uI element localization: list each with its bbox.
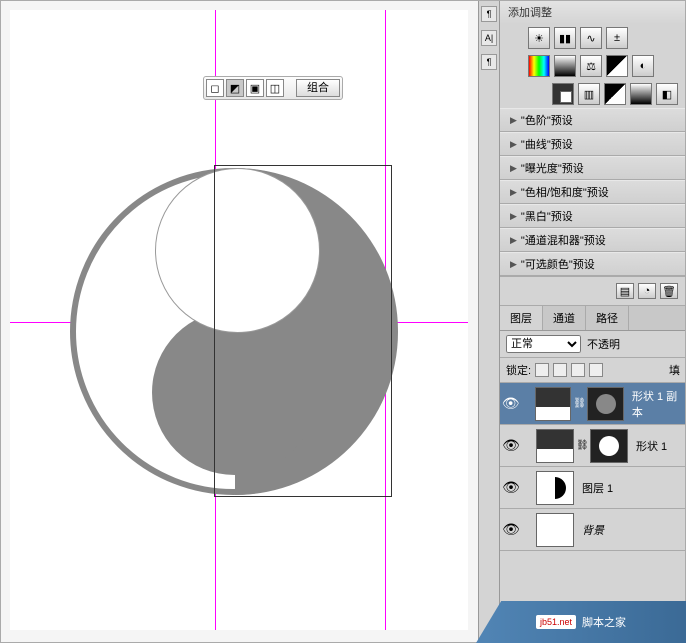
- gradient-map-icon[interactable]: [630, 83, 652, 105]
- adjustments-panel: 添加调整 ☀ ▮▮ ∿ ± ⚖ ◐ ▥ ◧ ▶"色: [500, 0, 686, 306]
- tab-layers[interactable]: 图层: [500, 306, 543, 330]
- canvas[interactable]: [10, 10, 468, 630]
- clip-icon[interactable]: ◔: [638, 283, 656, 299]
- blend-mode-select[interactable]: 正常: [506, 335, 581, 353]
- vector-mask-thumb[interactable]: [590, 429, 628, 463]
- layers-panel: 图层 通道 路径 正常 不透明 锁定: 填 👁: [500, 306, 686, 643]
- preset-bw[interactable]: ▶"黑白"预设: [500, 204, 686, 228]
- layer-name[interactable]: 形状 1 副本: [632, 388, 686, 420]
- panel-icon-glyphs[interactable]: ¶: [481, 54, 497, 70]
- pathop-subtract-icon[interactable]: ◩: [226, 79, 244, 97]
- right-panel: ¶ A| ¶ 添加调整 ☀ ▮▮ ∿ ± ⚖ ◐ ▥: [478, 0, 686, 643]
- triangle-icon: ▶: [510, 235, 517, 246]
- exposure-icon[interactable]: ±: [606, 27, 628, 49]
- color-balance-icon[interactable]: ⚖: [580, 55, 602, 77]
- link-icon[interactable]: ⛓: [576, 440, 588, 451]
- tab-paths[interactable]: 路径: [586, 306, 629, 330]
- lock-pixels-icon[interactable]: [553, 363, 567, 377]
- preset-curves[interactable]: ▶"曲线"预设: [500, 132, 686, 156]
- watermark-label: 脚本之家: [582, 614, 626, 630]
- layer-thumb[interactable]: [536, 429, 574, 463]
- triangle-icon: ▶: [510, 163, 517, 174]
- panel-icon-character[interactable]: A|: [481, 30, 497, 46]
- panels-stack: 添加调整 ☀ ▮▮ ∿ ± ⚖ ◐ ▥ ◧ ▶"色: [500, 0, 686, 643]
- layer-name[interactable]: 图层 1: [582, 480, 613, 496]
- lock-all-icon[interactable]: [589, 363, 603, 377]
- preset-levels[interactable]: ▶"色阶"预设: [500, 108, 686, 132]
- fill-label: 填: [669, 362, 680, 378]
- tab-channels[interactable]: 通道: [543, 306, 586, 330]
- preset-list: ▶"色阶"预设 ▶"曲线"预设 ▶"曝光度"预设 ▶"色相/饱和度"预设 ▶"黑…: [500, 108, 686, 276]
- photo-filter-icon[interactable]: ◐: [632, 55, 654, 77]
- layer-name[interactable]: 背景: [582, 522, 604, 538]
- layer-row[interactable]: 👁 ⛓ 形状 1: [500, 425, 686, 467]
- invert-icon[interactable]: [552, 83, 574, 105]
- lock-position-icon[interactable]: [571, 363, 585, 377]
- preset-exposure[interactable]: ▶"曝光度"预设: [500, 156, 686, 180]
- lock-label: 锁定:: [506, 362, 531, 378]
- threshold-icon[interactable]: [604, 83, 626, 105]
- pathop-intersect-icon[interactable]: ▣: [246, 79, 264, 97]
- visibility-eye-icon[interactable]: 👁: [500, 521, 522, 538]
- shape-bounding-box[interactable]: [214, 165, 392, 497]
- triangle-icon: ▶: [510, 259, 517, 270]
- triangle-icon: ▶: [510, 211, 517, 222]
- selective-color-icon[interactable]: ◧: [656, 83, 678, 105]
- hue-sat-icon[interactable]: [554, 55, 576, 77]
- preset-hue-sat[interactable]: ▶"色相/饱和度"预设: [500, 180, 686, 204]
- layer-row[interactable]: 👁 图层 1: [500, 467, 686, 509]
- watermark-logo: jb51.net: [536, 615, 576, 629]
- visibility-eye-icon[interactable]: 👁: [500, 395, 521, 412]
- brightness-contrast-icon[interactable]: ☀: [528, 27, 550, 49]
- opacity-label: 不透明: [587, 336, 620, 352]
- collapsed-panel-strip: ¶ A| ¶: [478, 0, 500, 643]
- preset-selective-color[interactable]: ▶"可选颜色"预设: [500, 252, 686, 276]
- link-icon[interactable]: ⛓: [573, 398, 585, 409]
- pathop-exclude-icon[interactable]: ◫: [266, 79, 284, 97]
- layer-name[interactable]: 形状 1: [636, 438, 667, 454]
- layer-row[interactable]: 👁 背景: [500, 509, 686, 551]
- layer-thumb[interactable]: [535, 387, 572, 421]
- layer-thumb[interactable]: [536, 471, 574, 505]
- watermark: jb51.net 脚本之家: [476, 601, 686, 643]
- black-white-icon[interactable]: [606, 55, 628, 77]
- preset-channel-mixer[interactable]: ▶"通道混和器"预设: [500, 228, 686, 252]
- visibility-eye-icon[interactable]: 👁: [500, 479, 522, 496]
- trash-icon[interactable]: 🗑: [660, 283, 678, 299]
- curves-icon[interactable]: ∿: [580, 27, 602, 49]
- layer-tabs: 图层 通道 路径: [500, 306, 686, 331]
- combine-button[interactable]: 组合: [296, 79, 340, 97]
- panel-options-icon[interactable]: ▤: [616, 283, 634, 299]
- adjustments-title: 添加调整: [500, 0, 686, 24]
- levels-icon[interactable]: ▮▮: [554, 27, 576, 49]
- layer-thumb[interactable]: [536, 513, 574, 547]
- posterize-icon[interactable]: ▥: [578, 83, 600, 105]
- vibrance-icon[interactable]: [528, 55, 550, 77]
- layer-row[interactable]: 👁 ⛓ 形状 1 副本: [500, 383, 686, 425]
- panel-icon-paragraph[interactable]: ¶: [481, 6, 497, 22]
- vector-mask-thumb[interactable]: [587, 387, 624, 421]
- triangle-icon: ▶: [510, 139, 517, 150]
- triangle-icon: ▶: [510, 115, 517, 126]
- triangle-icon: ▶: [510, 187, 517, 198]
- visibility-eye-icon[interactable]: 👁: [500, 437, 522, 454]
- path-operations-toolbar: ◻ ◩ ▣ ◫ 组合: [203, 76, 343, 100]
- pathop-union-icon[interactable]: ◻: [206, 79, 224, 97]
- lock-transparency-icon[interactable]: [535, 363, 549, 377]
